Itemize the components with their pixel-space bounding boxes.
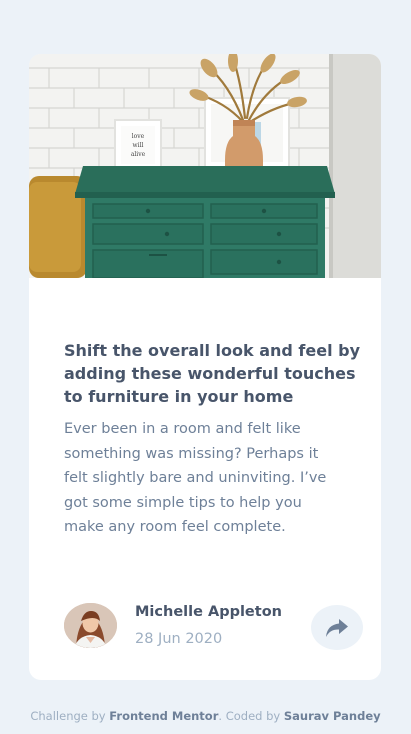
share-button[interactable]: [311, 605, 363, 650]
publish-date: 28 Jun 2020: [135, 631, 223, 647]
footer-prefix: Challenge by: [30, 709, 110, 723]
share-icon: [326, 618, 348, 637]
article-title: Shift the overall look and feel by addin…: [64, 341, 361, 406]
article-card: love will alive Shift the overall look a…: [29, 54, 381, 680]
svg-text:love: love: [132, 133, 145, 140]
svg-text:alive: alive: [131, 151, 146, 158]
avatar-photo-icon: [64, 603, 117, 648]
attribution-footer: Challenge by Frontend Mentor. Coded by S…: [0, 709, 411, 723]
frontend-mentor-link[interactable]: Frontend Mentor: [109, 709, 218, 723]
svg-text:will: will: [133, 142, 144, 149]
footer-middle: . Coded by: [218, 709, 284, 723]
author-name: Michelle Appleton: [135, 604, 282, 620]
author-avatar: [64, 603, 117, 648]
article-image: love will alive: [29, 54, 381, 278]
coder-link[interactable]: Saurav Pandey: [284, 709, 381, 723]
drawer-illustration: love will alive: [29, 54, 381, 278]
article-description: Ever been in a room and felt like someth…: [64, 421, 327, 535]
